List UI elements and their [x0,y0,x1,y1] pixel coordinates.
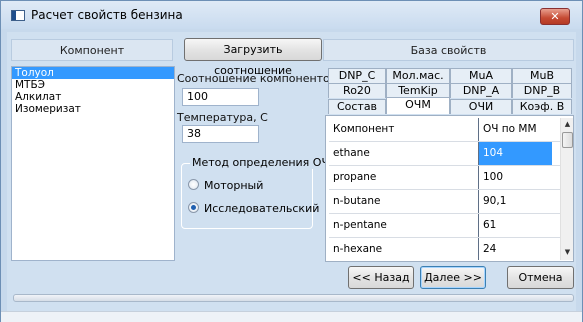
tab-mol-mass[interactable]: Мол.мас. [386,68,450,83]
tab-dnp-a[interactable]: DNP_A [450,83,512,98]
method-group-title: Метод определения ОЧ [190,156,331,169]
grid-cell-component[interactable]: n-hexane [329,238,479,260]
main-window: Расчет свойств бензина ✕ Компонент Загру… [0,0,583,322]
radio-selected-icon [188,202,199,213]
grid-cell-octane[interactable]: 24 [479,238,552,260]
list-item[interactable]: Изомеризат [12,103,174,115]
table-row[interactable]: n-butane 90,1 [329,190,560,214]
grid-cell-component[interactable]: propane [329,166,479,189]
temperature-label: Температура, С [177,111,268,124]
window-title: Расчет свойств бензина [31,8,183,22]
component-header: Компонент [11,39,173,61]
tab-ochi[interactable]: ОЧИ [450,99,512,114]
grid-cell-octane[interactable]: 90,1 [479,190,552,213]
load-ratio-button[interactable]: Загрузить соотношение [184,38,322,77]
grid-cell-octane[interactable]: 61 [479,214,552,237]
tab-temkip[interactable]: TemKip [386,83,450,98]
list-item[interactable]: МТБЭ [12,79,174,91]
octane-grid: Компонент ОЧ по ММ ethane 104 propane 10… [329,118,560,260]
tab-mua[interactable]: MuA [450,68,512,83]
client-area: Компонент Загрузить соотношение База сво… [7,32,576,311]
grid-cell-octane[interactable]: 100 [479,166,552,189]
column-header-component: Компонент [329,118,479,141]
scroll-thumb[interactable] [562,132,573,148]
grid-cell-component[interactable]: n-butane [329,190,479,213]
table-row[interactable]: n-pentane 61 [329,214,560,238]
research-method-radio[interactable]: Исследовательский [188,202,319,216]
tab-dnp-c[interactable]: DNP_C [328,68,386,83]
list-item[interactable]: Толуол [12,67,174,79]
list-item[interactable]: Алкилат [12,91,174,103]
progress-bar [13,294,574,302]
octane-method-group: Метод определения ОЧ Моторный Исследоват… [181,156,331,229]
research-method-label: Исследовательский [204,202,320,215]
motor-method-radio[interactable]: Моторный [188,179,263,193]
scroll-down-arrow-icon[interactable]: ▼ [561,246,574,259]
column-header-octane: ОЧ по ММ [483,123,537,135]
property-base-header: База свойств [323,39,574,61]
scroll-up-arrow-icon[interactable]: ▲ [561,118,574,131]
table-row[interactable]: propane 100 [329,166,560,190]
tab-ochm[interactable]: ОЧМ [386,97,450,114]
back-button[interactable]: << Назад [348,266,414,289]
tab-ro20[interactable]: Ro20 [328,83,386,98]
component-list[interactable]: Толуол МТБЭ Алкилат Изомеризат [11,66,175,261]
tab-mub[interactable]: MuB [512,68,572,83]
next-button[interactable]: Далее >> [420,266,486,289]
tab-coef-b[interactable]: Коэф. В [512,99,572,114]
close-button[interactable]: ✕ [540,8,570,25]
motor-method-label: Моторный [204,179,264,192]
table-row[interactable]: ethane 104 [329,142,560,166]
grid-cell-octane-selected[interactable]: 104 [479,142,552,165]
grid-vertical-scrollbar[interactable]: ▲ ▼ [560,118,573,260]
radio-icon [188,179,199,190]
property-tabs: DNP_C Мол.мас. MuA MuB Ro20 TemKip DNP_A… [325,68,574,262]
table-row[interactable]: n-hexane 24 [329,238,560,260]
grid-cell-component[interactable]: ethane [329,142,479,165]
tab-panel-ochm: Компонент ОЧ по ММ ethane 104 propane 10… [325,115,574,262]
temperature-input[interactable]: 38 [182,125,259,143]
status-bar [1,311,582,322]
title-bar: Расчет свойств бензина ✕ [1,1,582,29]
ratio-input[interactable]: 100 [182,88,259,106]
app-window-icon [11,10,25,21]
grid-cell-component[interactable]: n-pentane [329,214,479,237]
tab-composition[interactable]: Состав [328,99,386,114]
tab-dnp-b[interactable]: DNP_B [512,83,572,98]
grid-header-row: Компонент ОЧ по ММ [329,118,560,142]
cancel-button[interactable]: Отмена [507,266,574,289]
